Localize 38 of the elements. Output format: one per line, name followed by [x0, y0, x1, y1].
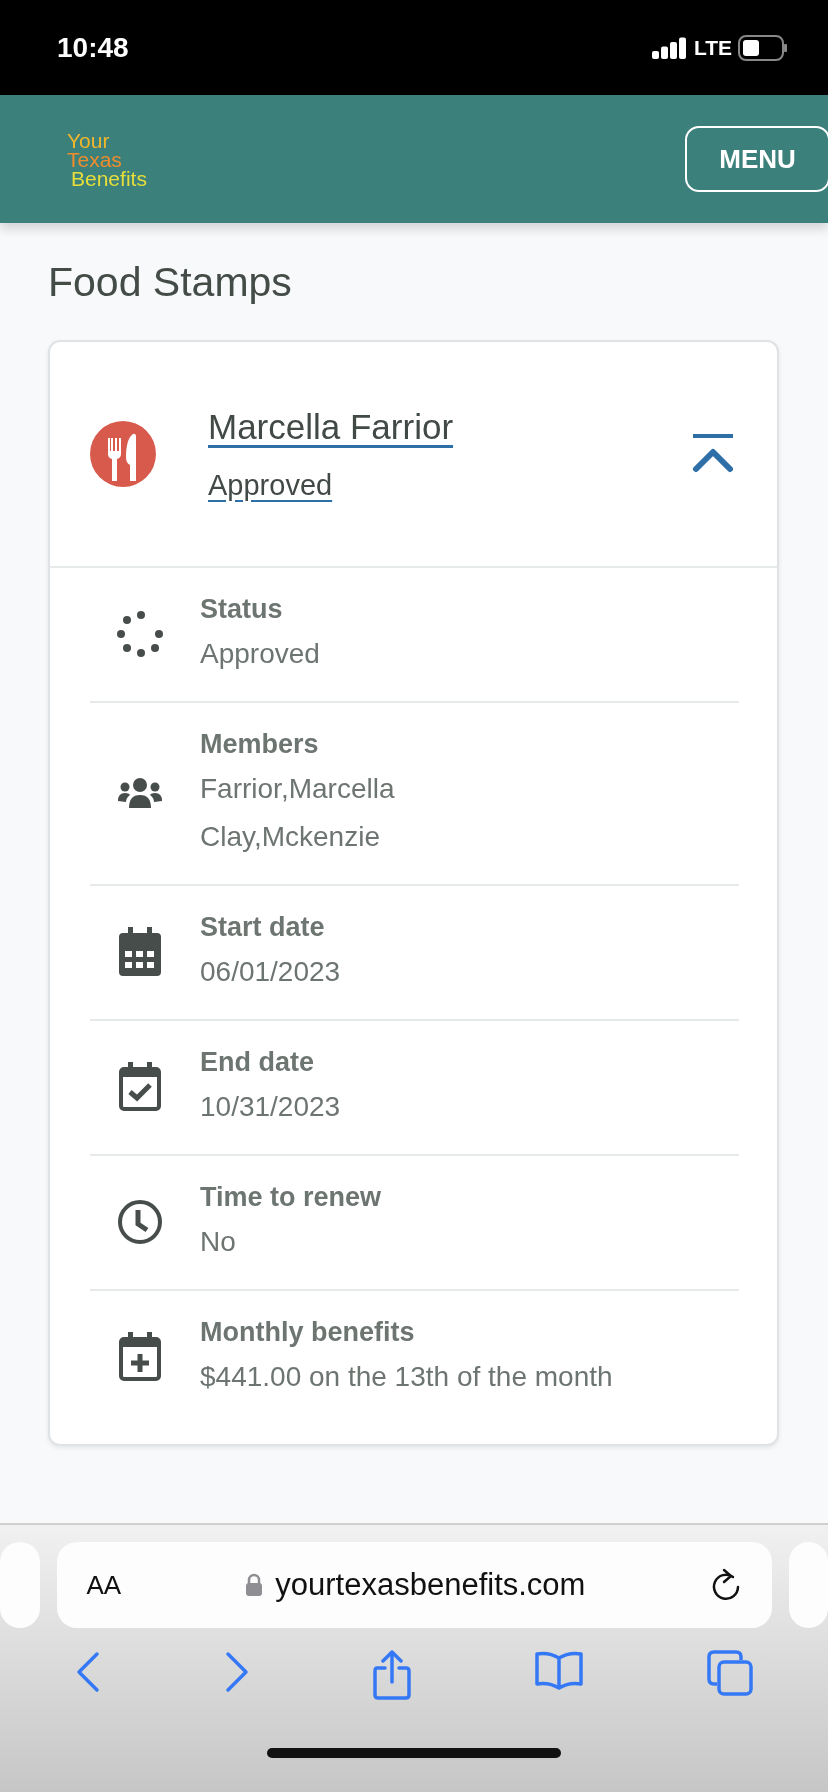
address-bar[interactable]: AA yourtexasbenefits.com — [56, 1542, 772, 1628]
detail-value: $441.00 on the 13th of the month — [200, 1360, 613, 1394]
detail-value: Clay,Mckenzie — [200, 820, 381, 854]
fork-knife-icon — [90, 421, 156, 487]
detail-label: Members — [200, 729, 320, 760]
detail-label: Status — [200, 594, 284, 625]
case-name-link[interactable]: Marcella Farrior — [208, 406, 454, 447]
collapse-button[interactable] — [691, 434, 735, 474]
lock-icon — [245, 1573, 264, 1597]
detail-label: Monthly benefits — [200, 1317, 416, 1348]
chevron-up-icon — [691, 434, 735, 474]
calendar-plus-icon — [118, 1331, 162, 1382]
calendar-check-icon — [118, 1061, 162, 1112]
text-size-button[interactable]: AA — [86, 1569, 122, 1601]
detail-value: Farrior,Marcella — [200, 772, 395, 806]
loading-dots-icon — [116, 609, 164, 658]
detail-value: 10/31/2023 — [200, 1090, 341, 1124]
logo-text: Your — [67, 130, 111, 150]
network-label: LTE — [693, 35, 732, 60]
logo-text: Benefits — [71, 168, 147, 188]
detail-value: Approved — [200, 637, 320, 671]
detail-value: 06/01/2023 — [200, 955, 341, 989]
share-button[interactable] — [371, 1650, 412, 1700]
page-title: Food Stamps — [48, 259, 293, 306]
menu-button[interactable]: MENU — [685, 126, 828, 192]
calendar-icon — [118, 926, 162, 977]
url-text: yourtexasbenefits.com — [275, 1567, 586, 1603]
detail-label: Start date — [200, 912, 326, 943]
status-link[interactable]: Approved — [208, 468, 333, 502]
detail-label: Time to renew — [200, 1182, 382, 1213]
detail-label: End date — [200, 1047, 315, 1078]
battery-icon — [738, 34, 788, 61]
logo-text: Texas — [67, 149, 123, 169]
clock-icon — [116, 1197, 164, 1246]
clock-time: 10:48 — [57, 31, 129, 64]
signal-icon — [651, 36, 688, 59]
detail-value: No — [200, 1225, 237, 1259]
people-icon — [117, 776, 163, 809]
